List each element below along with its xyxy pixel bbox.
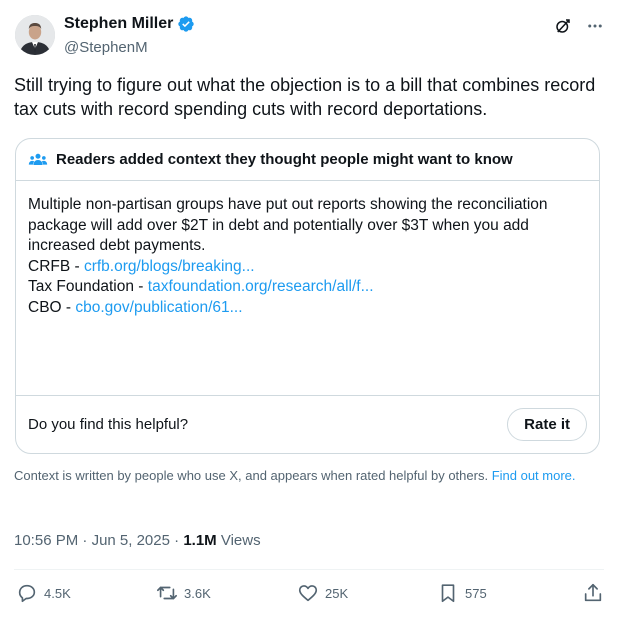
community-notes-icon xyxy=(28,150,48,170)
context-disclaimer: Context is written by people who use X, … xyxy=(14,467,604,484)
community-note-body: Multiple non-partisan groups have put ou… xyxy=(16,181,599,318)
community-note-footer: Do you find this helpful? Rate it xyxy=(16,395,599,453)
source-label: CRFB - xyxy=(28,257,84,275)
tweet-text: Still trying to figure out what the obje… xyxy=(14,75,596,119)
more-icon[interactable] xyxy=(586,17,604,35)
tweet-top-actions xyxy=(554,17,604,35)
divider xyxy=(14,569,604,570)
context-disclaimer-text: Context is written by people who use X, … xyxy=(14,468,492,483)
source-item: Tax Foundation - taxfoundation.org/resea… xyxy=(28,277,587,298)
bookmark-button[interactable]: 575 xyxy=(437,582,487,604)
reply-icon xyxy=(16,582,38,604)
find-out-more-link[interactable]: Find out more. xyxy=(492,468,576,483)
repost-icon xyxy=(156,582,178,604)
author-handle[interactable]: @StephenM xyxy=(64,39,148,56)
author-name-row[interactable]: Stephen Miller xyxy=(64,15,195,33)
meta-separator: · xyxy=(169,532,184,549)
source-label: Tax Foundation - xyxy=(28,278,148,295)
repost-count: 3.6K xyxy=(184,585,211,601)
share-button[interactable] xyxy=(582,582,604,604)
community-note-header[interactable]: Readers added context they thought peopl… xyxy=(16,139,599,181)
share-icon xyxy=(582,582,604,604)
reply-button[interactable]: 4.5K xyxy=(16,582,71,604)
helpful-question: Do you find this helpful? xyxy=(28,416,189,433)
like-icon xyxy=(297,582,319,604)
source-link-cbo[interactable]: cbo.gov/publication/61... xyxy=(75,299,242,316)
grok-icon[interactable] xyxy=(554,17,572,35)
avatar[interactable] xyxy=(15,15,55,55)
like-button[interactable]: 25K xyxy=(297,582,348,604)
views-label: Views xyxy=(216,532,261,549)
rate-it-button[interactable]: Rate it xyxy=(507,408,587,441)
source-link-tax-foundation[interactable]: taxfoundation.org/research/all/f... xyxy=(148,278,374,295)
tweet-meta: 10:56 PM · Jun 5, 2025 · 1.1M Views xyxy=(14,532,261,549)
repost-button[interactable]: 3.6K xyxy=(156,582,211,604)
verified-badge-icon xyxy=(177,15,195,33)
meta-separator: · xyxy=(78,532,92,549)
tweet-time[interactable]: 10:56 PM xyxy=(14,532,78,549)
source-label: CBO - xyxy=(28,298,76,316)
community-note: Readers added context they thought peopl… xyxy=(15,138,600,454)
community-note-text: Multiple non-partisan groups have put ou… xyxy=(28,196,548,254)
source-item: CRFB - crfb.org/blogs/breaking... xyxy=(28,257,587,278)
action-bar: 4.5K 3.6K 25K 575 xyxy=(16,582,604,606)
source-item: CBO - cbo.gov/publication/61... xyxy=(28,298,587,319)
author-name[interactable]: Stephen Miller xyxy=(64,15,173,33)
tweet-date[interactable]: Jun 5, 2025 xyxy=(92,532,170,549)
views-count: 1.1M xyxy=(183,532,217,549)
like-count: 25K xyxy=(325,585,349,601)
source-link-crfb[interactable]: crfb.org/blogs/breaking... xyxy=(84,258,255,275)
community-note-title: Readers added context they thought peopl… xyxy=(56,151,513,168)
reply-count: 4.5K xyxy=(44,585,71,601)
bookmark-icon xyxy=(437,582,459,604)
bookmark-count: 575 xyxy=(465,585,487,601)
